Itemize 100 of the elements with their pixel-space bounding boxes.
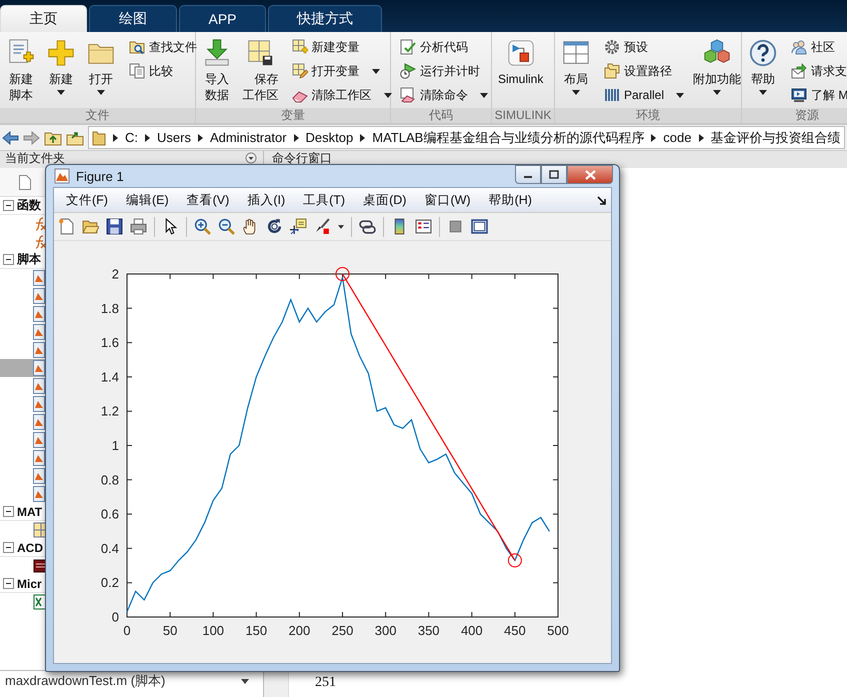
menu-item[interactable]: 文件(F) — [58, 189, 116, 211]
maximize-button[interactable] — [541, 165, 567, 184]
chevron-icon — [198, 134, 203, 142]
tab[interactable]: 快捷方式 — [268, 5, 382, 32]
ribbon-dropdown-button[interactable]: Parallel — [601, 84, 688, 106]
grid-plus-icon — [292, 39, 308, 55]
panel-title: 当前文件夹 — [5, 152, 65, 164]
group-header[interactable]: 脚本 — [17, 251, 41, 268]
collapse-icon[interactable] — [3, 254, 14, 265]
ribbon-button[interactable]: 社区 — [788, 36, 847, 58]
forward-icon[interactable] — [23, 130, 40, 144]
tab[interactable]: 主页 — [0, 5, 87, 32]
group-label: SIMULINK — [492, 108, 554, 123]
tick-label: 500 — [547, 623, 569, 638]
menu-item[interactable]: 窗口(W) — [416, 189, 479, 211]
menu-item[interactable]: 插入(I) — [239, 189, 294, 211]
panel-icon[interactable] — [471, 218, 488, 235]
document-check-icon — [400, 39, 416, 55]
chevron-icon — [145, 134, 150, 142]
group-header[interactable]: ACD — [17, 540, 43, 554]
tick-label: 1.4 — [100, 369, 119, 384]
ribbon-button[interactable]: 查找文件 — [126, 36, 200, 58]
folder-search-icon — [129, 39, 145, 55]
breadcrumb-item[interactable]: C: — [125, 130, 138, 145]
menu-item[interactable]: 帮助(H) — [480, 189, 540, 211]
breadcrumb-item[interactable]: MATLAB编程基金组合与业绩分析的源代码程序 — [372, 128, 644, 146]
ribbon-button[interactable]: 新建变量 — [288, 36, 395, 58]
ribbon-dropdown-button[interactable]: 清除工作区 — [288, 84, 395, 106]
menu-item[interactable]: 工具(T) — [295, 189, 354, 211]
breadcrumb-item[interactable]: code — [663, 130, 692, 145]
group-header[interactable]: Micr — [17, 576, 42, 590]
collapse-icon[interactable] — [3, 578, 14, 589]
browse-folder-icon[interactable] — [66, 130, 84, 146]
ribbon-button[interactable]: Simulink — [494, 36, 548, 89]
rotate-icon[interactable] — [266, 218, 283, 235]
tick-label: 200 — [288, 623, 310, 638]
dock-arrow-icon[interactable] — [597, 196, 606, 204]
tick-label: 450 — [504, 623, 526, 638]
zoom-in-icon[interactable] — [194, 218, 211, 235]
block-diagram-icon — [506, 38, 536, 68]
ribbon-button[interactable]: 导入数据 — [198, 36, 236, 105]
back-icon[interactable] — [2, 130, 19, 144]
data-cursor-icon[interactable] — [290, 218, 307, 235]
file-icon[interactable] — [19, 174, 31, 190]
ribbon-dropdown-button[interactable]: 附加功能 — [689, 36, 746, 97]
breadcrumb-item[interactable]: 基金评价与投资组合绩 — [710, 128, 840, 146]
close-button[interactable] — [567, 165, 613, 184]
collapse-icon[interactable] — [3, 542, 14, 553]
zoom-out-icon[interactable] — [218, 218, 235, 235]
path-field[interactable]: C: Users Administrator Desktop MATLAB编程基金组合与业绩分析的源代码程序 code 基金评价与投资组合绩 — [88, 126, 845, 149]
tab[interactable]: 绘图 — [89, 5, 177, 32]
ribbon-dropdown-button[interactable]: 清除命令 — [397, 84, 491, 106]
legend-icon[interactable] — [415, 218, 432, 235]
ribbon-dropdown-button[interactable]: 新建 — [42, 36, 80, 97]
tick-label: 2 — [112, 266, 119, 282]
ribbon-button[interactable]: 比较 — [126, 60, 200, 82]
ribbon-dropdown-button[interactable]: 布局 — [557, 36, 595, 97]
command-output: 251 — [315, 675, 337, 691]
menu-item[interactable]: 查看(V) — [178, 189, 238, 211]
caret-icon[interactable] — [338, 224, 344, 228]
tick-label: 1 — [112, 438, 119, 453]
panel-menu-icon[interactable] — [245, 152, 257, 164]
tab[interactable]: APP — [179, 5, 266, 32]
group-header[interactable]: MAT — [17, 504, 42, 518]
script-file-icon — [33, 378, 45, 394]
group-label: 代码 — [391, 108, 491, 123]
minimize-button[interactable] — [515, 165, 541, 184]
group-label: 文件 — [0, 108, 195, 123]
menu-item[interactable]: 编辑(E) — [118, 189, 177, 211]
close-icon — [584, 170, 596, 180]
link-icon[interactable] — [359, 218, 376, 235]
ribbon-button[interactable]: 请求支 — [788, 60, 847, 82]
ribbon-dropdown-button[interactable]: 打开 — [82, 36, 120, 97]
square-icon[interactable] — [447, 218, 464, 235]
ribbon-dropdown-button[interactable]: 打开变量 — [288, 60, 395, 82]
collapse-icon[interactable] — [3, 506, 14, 517]
maximize-icon — [549, 170, 559, 179]
printer-icon[interactable] — [130, 218, 147, 235]
menu-item[interactable]: 桌面(D) — [355, 189, 414, 211]
breadcrumb-item[interactable]: Desktop — [306, 130, 354, 145]
ribbon-button[interactable]: 分析代码 — [397, 36, 491, 58]
breadcrumb-item[interactable]: Users — [157, 130, 191, 145]
script-file-icon — [33, 270, 45, 286]
breadcrumb-item[interactable]: Administrator — [210, 130, 287, 145]
open-folder-icon[interactable] — [82, 218, 99, 235]
ribbon-button[interactable]: 预设 — [601, 36, 688, 58]
ribbon-button[interactable]: 设置路径 — [601, 60, 688, 82]
ribbon-button[interactable]: 运行并计时 — [397, 60, 491, 82]
collapse-icon[interactable] — [3, 200, 14, 211]
new-file-icon[interactable] — [58, 218, 75, 235]
tick-label: 1.8 — [100, 300, 119, 316]
group-header[interactable]: 函数 — [17, 197, 41, 214]
ribbon-dropdown-button[interactable]: 帮助 — [744, 36, 782, 97]
caret-icon[interactable] — [241, 678, 249, 684]
ribbon-button[interactable]: 保存工作区 — [238, 36, 283, 105]
up-folder-icon[interactable] — [44, 130, 62, 146]
ribbon-button[interactable]: 了解 M — [788, 84, 847, 106]
save-icon[interactable] — [106, 218, 123, 235]
ribbon-button[interactable]: 新建脚本 — [2, 36, 40, 105]
brush-icon[interactable] — [314, 218, 331, 235]
